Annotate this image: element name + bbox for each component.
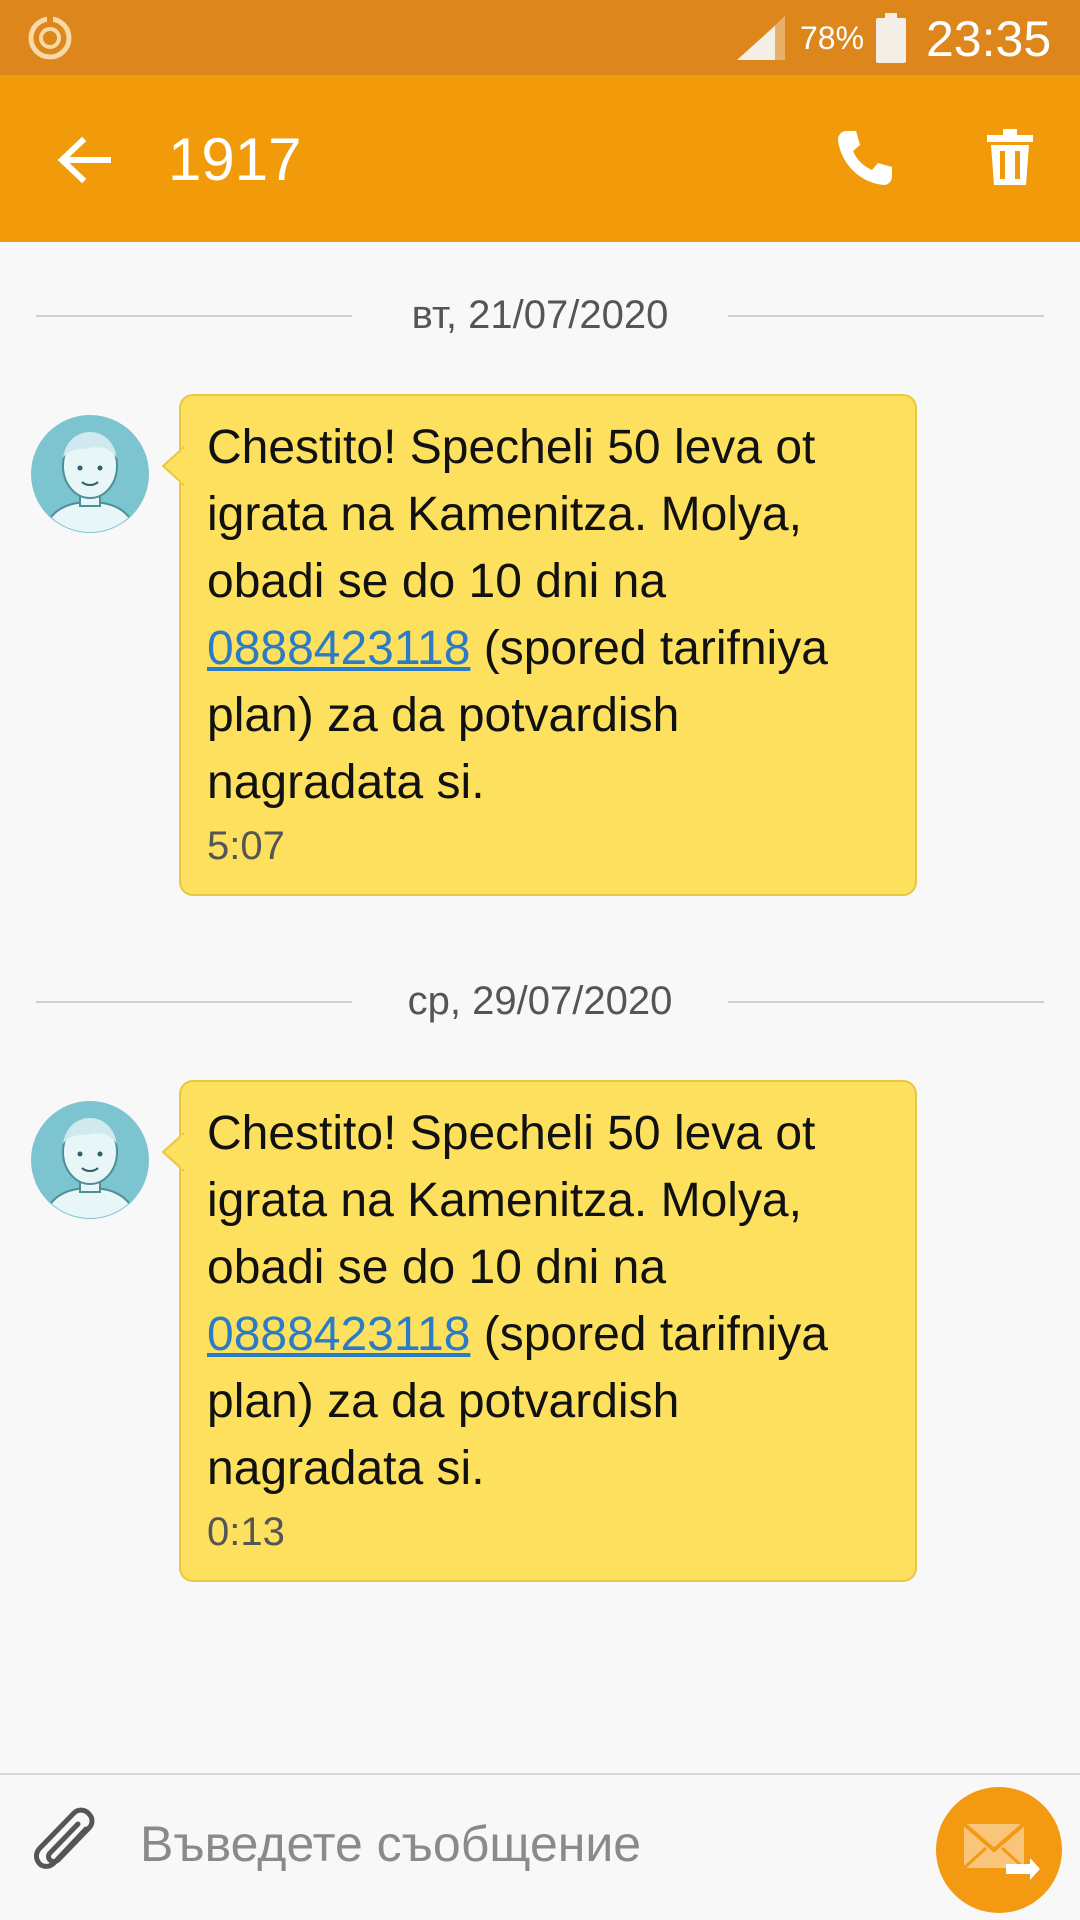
message-text-part: Chestito! Specheli 50 leva ot igrata na … [207,1107,816,1294]
paperclip-icon[interactable] [30,1807,106,1887]
date-label: ср, 29/07/2020 [407,979,673,1023]
contact-avatar-icon[interactable] [30,414,150,534]
message-composer [0,1773,1080,1920]
back-arrow-icon[interactable] [50,125,120,195]
bubble-tail [162,446,184,486]
phone-number-link[interactable]: 0888423118 [207,622,470,675]
message-text: Chestito! Specheli 50 leva ot igrata na … [207,414,907,816]
divider [36,315,352,317]
message-bubble[interactable]: Chestito! Specheli 50 leva ot igrata na … [162,1080,917,1582]
app-bar: 1917 [0,75,1080,242]
battery-icon [876,13,906,63]
phone-number-link[interactable]: 0888423118 [207,1308,470,1361]
send-button[interactable] [936,1787,1062,1913]
phone-icon[interactable] [830,123,900,193]
message-time: 5:07 [207,824,285,868]
conversation-title: 1917 [168,126,302,193]
battery-percent: 78% [800,20,865,56]
signal-icon [737,16,785,60]
trash-icon[interactable] [975,123,1045,193]
send-message-icon [962,1822,1040,1880]
divider [728,315,1044,317]
status-bar: 78% 23:35 [0,0,1080,75]
message-bubble[interactable]: Chestito! Specheli 50 leva ot igrata na … [162,394,917,896]
date-separator: вт, 21/07/2020 [36,290,1044,340]
status-clock: 23:35 [926,11,1052,67]
bubble-tail [162,1132,184,1172]
message-time: 0:13 [207,1510,285,1554]
date-separator: ср, 29/07/2020 [36,976,1044,1026]
message-input[interactable] [138,1803,902,1885]
divider [728,1001,1044,1003]
message-text: Chestito! Specheli 50 leva ot igrata na … [207,1100,907,1502]
divider [36,1001,352,1003]
message-text-part: Chestito! Specheli 50 leva ot igrata na … [207,421,816,608]
sync-icon [28,14,72,60]
contact-avatar-icon[interactable] [30,1100,150,1220]
date-label: вт, 21/07/2020 [411,293,669,337]
